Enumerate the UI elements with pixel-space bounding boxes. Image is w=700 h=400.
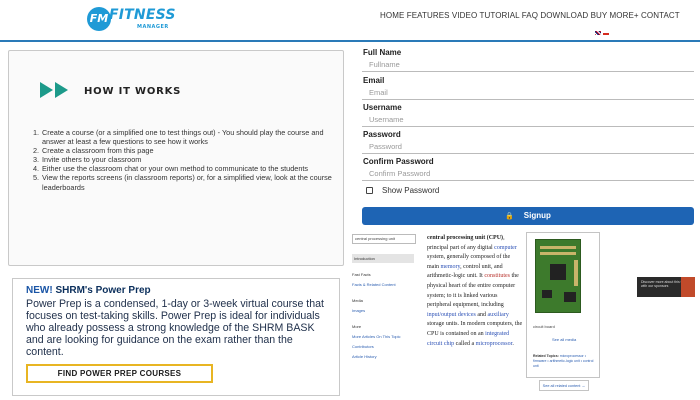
ad-image xyxy=(681,277,695,297)
step-number: 3. xyxy=(33,155,40,165)
article-sidebar: central processing unit Introduction Fas… xyxy=(350,228,418,400)
power-prep-title: NEW! SHRM's Power Prep xyxy=(26,285,151,296)
related-topics-label: Related Topics: xyxy=(533,354,559,358)
logo-subtitle: MANAGER xyxy=(137,24,169,30)
new-badge: NEW! xyxy=(26,285,53,296)
step-text: Create a classroom from this page xyxy=(42,146,154,156)
power-prep-heading: SHRM's Power Prep xyxy=(52,285,151,296)
site-header: FM FITNESS MANAGER HOME FEATURES VIDEO T… xyxy=(0,0,700,42)
fullname-label: Full Name xyxy=(363,48,402,57)
main-navigation[interactable]: HOME FEATURES VIDEO TUTORIAL FAQ DOWNLOA… xyxy=(380,11,680,20)
confirm-password-input[interactable]: Confirm Password xyxy=(362,167,694,181)
fullname-input[interactable]: Fullname xyxy=(362,58,694,72)
article-link[interactable]: input/output devices xyxy=(427,312,476,318)
confirm-password-label: Confirm Password xyxy=(363,157,434,166)
find-power-prep-courses-button[interactable]: FIND POWER PREP COURSES xyxy=(26,364,213,383)
step-number: 2. xyxy=(33,146,40,156)
step-number: 4. xyxy=(33,164,40,174)
username-label: Username xyxy=(363,103,402,112)
step-item: 4. Either use the classroom chat or your … xyxy=(33,164,333,173)
show-password-label: Show Password xyxy=(382,186,440,195)
step-text: Create a course (or a simplified one to … xyxy=(42,128,324,147)
signup-button[interactable]: 🔒 Signup xyxy=(362,207,694,225)
sidebar-heading-media: Media xyxy=(352,298,363,303)
language-flag-icon[interactable] xyxy=(603,31,609,35)
fitness-manager-logo[interactable]: FM FITNESS MANAGER xyxy=(87,7,175,33)
step-item: 2. Create a classroom from this page xyxy=(33,146,333,155)
advertisement-banner[interactable]: Discover more about this topic with our … xyxy=(637,277,695,297)
embedded-article-screenshot: central processing unit Introduction Fas… xyxy=(348,228,700,400)
lock-icon: 🔒 xyxy=(505,213,514,220)
article-text: central processing unit (CPU), principal… xyxy=(427,234,523,349)
image-caption: circuit board xyxy=(533,324,555,329)
sidebar-item-article-history[interactable]: Article History xyxy=(352,354,377,359)
see-all-media-link[interactable]: See all media xyxy=(552,337,576,342)
sidebar-item-facts[interactable]: Facts & Related Content xyxy=(352,282,396,287)
power-prep-description: Power Prep is a condensed, 1-day or 3-we… xyxy=(26,298,324,358)
related-topics: Related Topics: microprocessor • firmwar… xyxy=(533,354,595,369)
sidebar-heading-more: More xyxy=(352,324,362,329)
logo-badge: FM xyxy=(87,7,111,31)
username-input[interactable]: Username xyxy=(362,113,694,127)
sidebar-heading-fast-facts: Fast Facts xyxy=(352,272,371,277)
page-root: FM FITNESS MANAGER HOME FEATURES VIDEO T… xyxy=(0,0,700,400)
article-link[interactable]: constitutes xyxy=(484,273,510,279)
show-password-toggle[interactable]: Show Password xyxy=(366,186,439,195)
step-number: 5. xyxy=(33,173,40,183)
step-text: Invite others to your classroom xyxy=(42,155,142,165)
article-term: central processing unit (CPU) xyxy=(427,235,504,241)
uk-flag-icon[interactable] xyxy=(595,31,601,35)
show-password-checkbox[interactable] xyxy=(366,187,373,194)
step-item: 3. Invite others to your classroom xyxy=(33,155,333,164)
article-fragment: and xyxy=(475,311,488,318)
see-all-related-button[interactable]: See all related content → xyxy=(539,380,589,391)
language-flags xyxy=(595,31,611,49)
password-label: Password xyxy=(363,130,401,139)
step-item: 5. View the reports screens (in classroom… xyxy=(33,173,333,191)
article-fragment: called a xyxy=(454,340,476,347)
article-link[interactable]: memory xyxy=(441,264,461,270)
sidebar-item-more-articles[interactable]: More Articles On This Topic xyxy=(352,334,401,339)
article-link[interactable]: microprocessor xyxy=(476,341,513,347)
sidebar-item-introduction[interactable]: Introduction xyxy=(352,254,414,263)
step-number: 1. xyxy=(33,128,40,137)
email-input[interactable]: Email xyxy=(362,86,694,100)
steps-list: 1. Create a course (or a simplified one t… xyxy=(33,128,333,192)
fast-forward-icon xyxy=(40,82,70,103)
article-fragment: . xyxy=(512,340,514,347)
article-link[interactable]: computer xyxy=(494,245,517,251)
topic-select[interactable]: central processing unit xyxy=(352,234,416,244)
sidebar-item-contributors[interactable]: Contributors xyxy=(352,344,374,349)
circuit-board-image[interactable] xyxy=(535,239,581,313)
password-input[interactable]: Password xyxy=(362,140,694,154)
sidebar-item-images[interactable]: Images xyxy=(352,308,365,313)
article-infobox: circuit board See all media Related Topi… xyxy=(526,232,600,378)
logo-wordmark: FITNESS xyxy=(109,7,176,23)
email-label: Email xyxy=(363,76,385,85)
how-it-works-title: HOW IT WORKS xyxy=(84,86,182,97)
power-prep-card: NEW! SHRM's Power Prep Power Prep is a c… xyxy=(12,278,340,396)
step-text: View the reports screens (in classroom r… xyxy=(42,173,332,192)
signup-button-label: Signup xyxy=(523,211,551,220)
how-it-works-card: HOW IT WORKS 1. Create a course (or a sim… xyxy=(8,50,344,266)
step-item: 1. Create a course (or a simplified one t… xyxy=(33,128,333,146)
article-link[interactable]: auxiliary xyxy=(488,312,509,318)
step-text: Either use the classroom chat or your ow… xyxy=(42,164,309,174)
